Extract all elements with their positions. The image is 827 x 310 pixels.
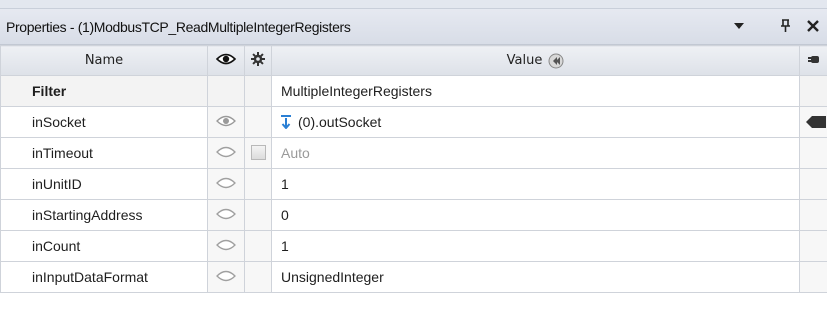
column-header-settings[interactable] [244, 45, 272, 76]
reset-value-icon[interactable] [548, 53, 564, 69]
property-name: inInputDataFormat [0, 261, 208, 293]
plug-icon [807, 53, 820, 65]
filter-gear-cell [244, 75, 272, 107]
column-header-visibility[interactable] [207, 45, 245, 76]
extra-cell [799, 261, 827, 293]
checkbox-icon [250, 145, 266, 160]
property-row-intimeout[interactable]: inTimeout Auto [0, 137, 827, 169]
visibility-toggle[interactable] [207, 261, 245, 293]
settings-cell [244, 261, 272, 293]
property-name: inSocket [0, 106, 208, 138]
plug-icon [806, 116, 826, 128]
top-band [0, 0, 827, 8]
eye-closed-icon [216, 270, 236, 282]
property-name: inTimeout [0, 137, 208, 169]
properties-grid: Name Value Filter MultipleIntegerRegiste… [0, 45, 827, 293]
property-name: inStartingAddress [0, 199, 208, 231]
visibility-toggle[interactable] [207, 199, 245, 231]
property-row-instartingaddress[interactable]: inStartingAddress 0 [0, 199, 827, 231]
property-name: inCount [0, 230, 208, 262]
visibility-toggle[interactable] [207, 168, 245, 200]
settings-cell [244, 230, 272, 262]
gear-icon [251, 51, 265, 66]
property-value[interactable]: (0).outSocket [271, 106, 800, 138]
property-name: inUnitID [0, 168, 208, 200]
auto-checkbox[interactable] [244, 137, 272, 169]
eye-closed-icon [216, 146, 236, 158]
extra-cell [799, 230, 827, 262]
property-row-inunitid[interactable]: inUnitID 1 [0, 168, 827, 200]
extra-cell [799, 137, 827, 169]
property-row-insocket[interactable]: inSocket (0).outSocket [0, 106, 827, 138]
eye-closed-icon [216, 208, 236, 220]
settings-cell [244, 106, 272, 138]
property-row-incount[interactable]: inCount 1 [0, 230, 827, 262]
settings-cell [244, 168, 272, 200]
property-value[interactable]: UnsignedInteger [271, 261, 800, 293]
filter-eye-cell [207, 75, 245, 107]
settings-cell [244, 199, 272, 231]
property-row-ininputdataformat[interactable]: inInputDataFormat UnsignedInteger [0, 261, 827, 293]
eye-closed-icon [216, 239, 236, 251]
property-value[interactable]: 1 [271, 230, 800, 262]
properties-title-bar: Properties - (1)ModbusTCP_ReadMultipleIn… [0, 8, 827, 45]
filter-input[interactable]: MultipleIntegerRegisters [271, 75, 800, 107]
eye-closed-icon [216, 177, 236, 189]
filter-label: Filter [0, 75, 208, 107]
triangle-down-icon[interactable] [731, 18, 747, 34]
column-header-extra[interactable] [799, 45, 827, 76]
property-value[interactable]: 1 [271, 168, 800, 200]
panel-title: Properties - (1)ModbusTCP_ReadMultipleIn… [6, 19, 351, 35]
visibility-toggle[interactable] [207, 137, 245, 169]
column-header-value[interactable]: Value [271, 45, 800, 76]
link-arrow-icon [281, 115, 291, 129]
extra-cell [799, 168, 827, 200]
visibility-toggle[interactable] [207, 106, 245, 138]
eye-icon [216, 115, 236, 127]
filter-row: Filter MultipleIntegerRegisters [0, 75, 827, 107]
visibility-toggle[interactable] [207, 230, 245, 262]
close-icon[interactable] [805, 18, 821, 34]
filter-extra-cell [799, 75, 827, 107]
property-value[interactable]: Auto [271, 137, 800, 169]
eye-icon [216, 53, 236, 65]
property-value[interactable]: 0 [271, 199, 800, 231]
header-row: Name Value [0, 45, 827, 76]
pin-icon[interactable] [777, 18, 793, 34]
extra-cell [799, 199, 827, 231]
column-header-name[interactable]: Name [0, 45, 208, 76]
connect-cell[interactable] [799, 106, 827, 138]
